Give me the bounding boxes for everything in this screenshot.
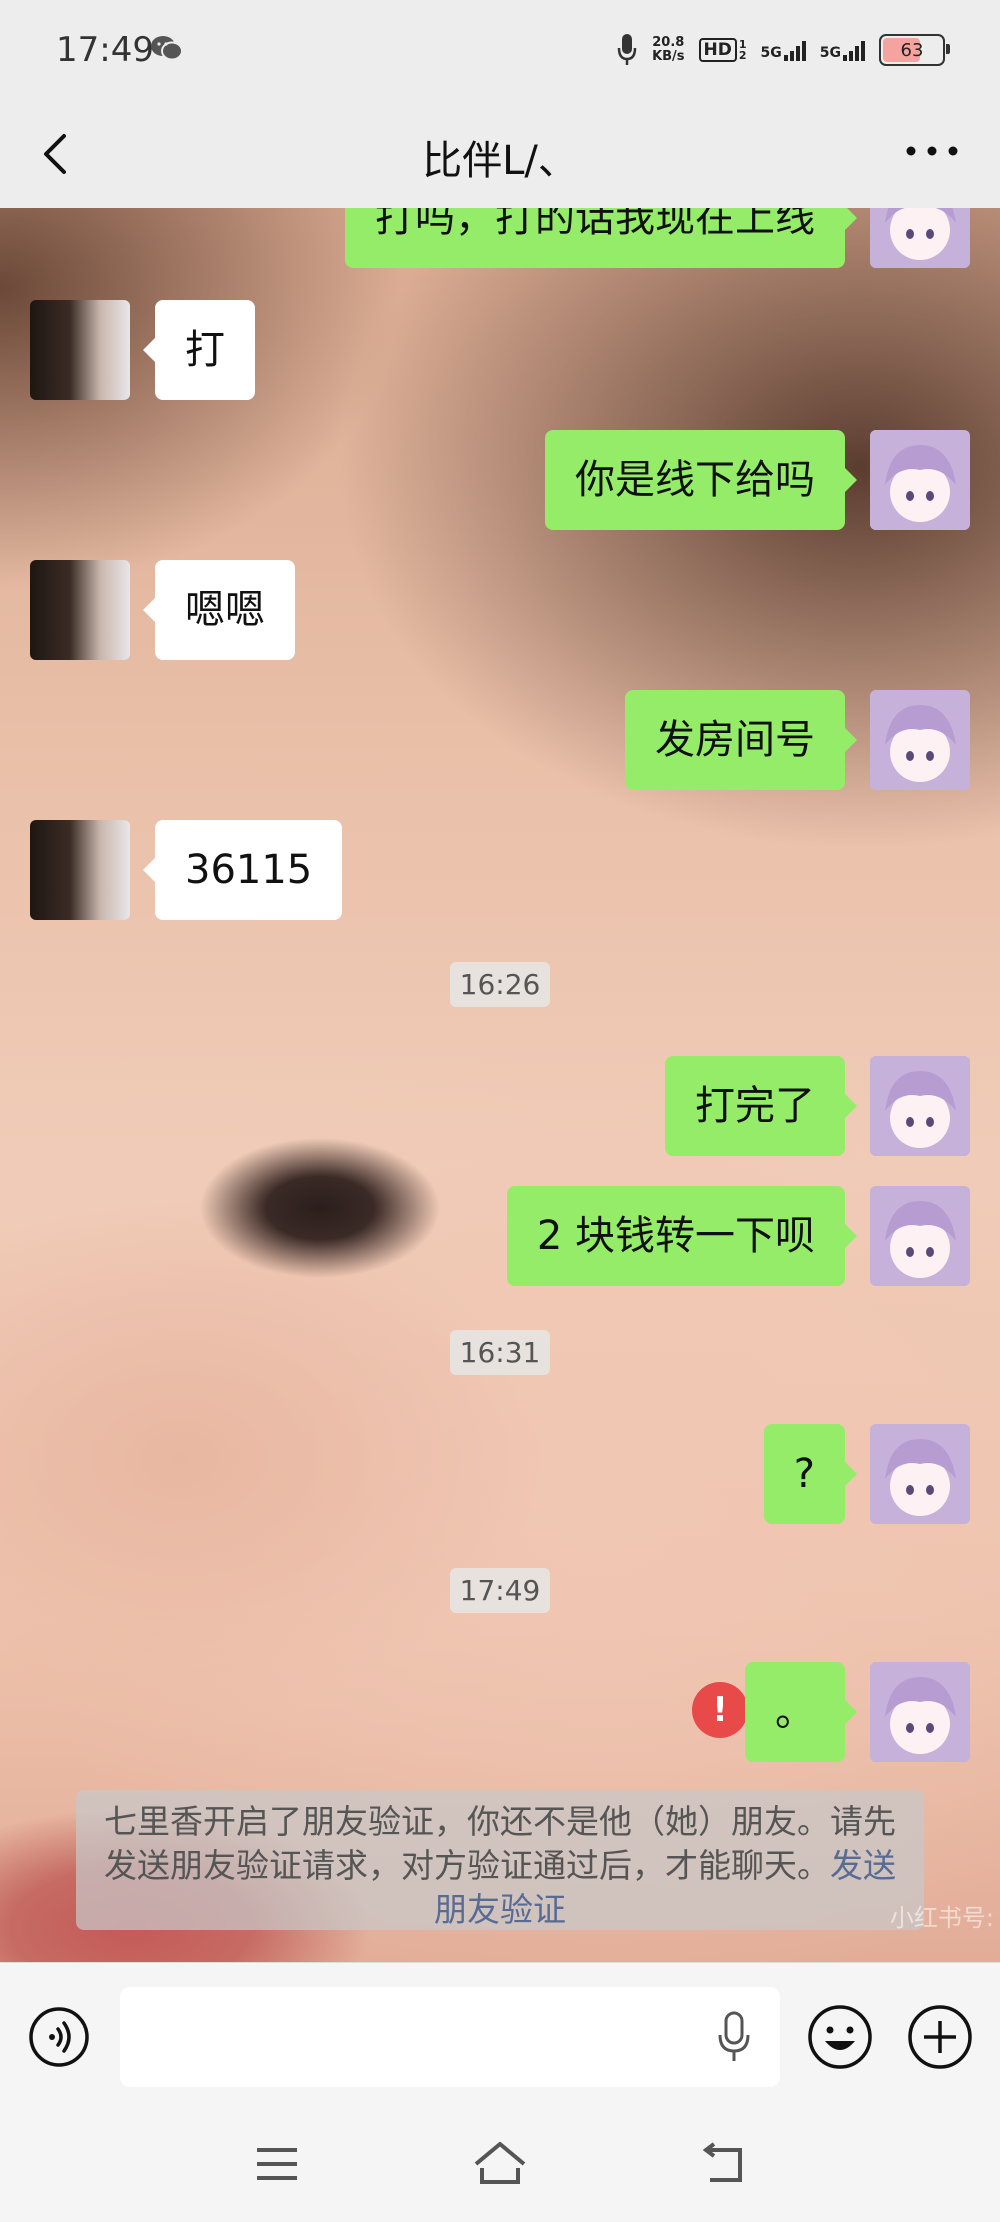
received-message[interactable]: 嗯嗯 <box>143 560 295 660</box>
friend-verification-notice: 七里香开启了朋友验证，你还不是他（她）朋友。请先发送朋友验证请求，对方验证通过后… <box>76 1790 924 1930</box>
nav-menu-icon[interactable] <box>255 2144 299 2184</box>
hd-label: HD <box>698 38 737 62</box>
timestamp-text: 16:26 <box>449 962 551 1007</box>
wechat-notification-icon <box>151 36 183 61</box>
anime-avatar-image <box>870 1662 970 1762</box>
send-failed-icon[interactable]: ! <box>692 1682 748 1738</box>
nav-back-icon[interactable] <box>700 2142 746 2186</box>
signal-2-label: 5G <box>819 45 841 61</box>
anime-avatar-image <box>870 1056 970 1156</box>
my-avatar[interactable] <box>870 1186 970 1286</box>
timestamp-text: 17:49 <box>449 1568 551 1613</box>
sent-message[interactable]: 你是线下给吗 <box>545 430 857 530</box>
signal-1-label: 5G <box>760 45 782 61</box>
timestamp-text: 16:31 <box>449 1330 551 1375</box>
anime-avatar-image <box>870 430 970 530</box>
timestamp: 16:26 <box>0 962 1000 1007</box>
emoji-icon[interactable] <box>806 2003 874 2071</box>
contact-avatar[interactable] <box>30 820 130 920</box>
contact-avatar[interactable] <box>30 560 130 660</box>
sent-message[interactable]: 打完了 <box>665 1056 857 1156</box>
sent-message[interactable]: 。 <box>745 1662 857 1762</box>
sent-message[interactable]: ? <box>763 1424 858 1524</box>
voice-mode-icon[interactable] <box>28 2006 90 2068</box>
hd-sub: 1 2 <box>738 38 747 62</box>
status-bar: 17:49 20.8 KB/s HD 1 2 5G 5G 63 <box>0 0 1000 100</box>
mic-status-icon <box>617 34 637 65</box>
signal-bars-icon <box>843 39 865 61</box>
input-bar <box>0 1962 1000 2113</box>
my-avatar[interactable] <box>870 1662 970 1762</box>
plus-icon[interactable] <box>906 2003 974 2071</box>
watermark: 小红书号: <box>889 1904 994 1932</box>
signal-1: 5G <box>761 39 806 61</box>
status-time: 17:49 <box>56 30 154 70</box>
my-avatar[interactable] <box>870 208 970 268</box>
status-indicators: 20.8 KB/s HD 1 2 5G 5G 63 <box>616 30 950 70</box>
notice-text: 七里香开启了朋友验证，你还不是他（她）朋友。请先发送朋友验证请求，对方验证通过后… <box>104 1802 896 1885</box>
microphone-icon[interactable] <box>716 2011 752 2063</box>
anime-avatar-image <box>870 1424 970 1524</box>
sent-message[interactable]: 2 块钱转一下呗 <box>506 1186 858 1286</box>
more-dots-icon[interactable] <box>904 144 960 158</box>
speed-value: 20.8 <box>652 35 685 50</box>
anime-avatar-image <box>870 208 970 268</box>
chat-title: 比伴L/、 <box>422 138 578 184</box>
signal-bars-icon <box>783 39 806 61</box>
chat-header: 比伴L/、 <box>0 100 1000 208</box>
my-avatar[interactable] <box>870 430 970 530</box>
contact-avatar[interactable] <box>30 300 130 400</box>
received-message[interactable]: 36115 <box>142 820 343 920</box>
nav-home-icon[interactable] <box>472 2138 528 2188</box>
chat-area[interactable]: 打吗，打的话我现在上线 打 你是线下给吗 嗯嗯 发房间号 36115 16:26… <box>0 208 1000 1962</box>
battery-icon: 63 <box>879 34 950 66</box>
speed-unit: KB/s <box>652 49 685 64</box>
my-avatar[interactable] <box>870 1424 970 1524</box>
timestamp: 16:31 <box>0 1330 1000 1375</box>
message-input[interactable] <box>120 1987 780 2087</box>
my-avatar[interactable] <box>870 690 970 790</box>
my-avatar[interactable] <box>870 1056 970 1156</box>
network-speed: 20.8 KB/s <box>652 36 684 64</box>
sent-message[interactable]: 发房间号 <box>625 690 857 790</box>
timestamp: 17:49 <box>0 1568 1000 1613</box>
sent-message[interactable]: 打吗，打的话我现在上线 <box>345 208 857 268</box>
anime-avatar-image <box>870 690 970 790</box>
signal-2: 5G <box>820 39 865 61</box>
hd-indicator: HD 1 2 <box>698 38 747 62</box>
system-nav-bar <box>0 2112 1000 2222</box>
anime-avatar-image <box>870 1186 970 1286</box>
battery-level: 63 <box>900 39 924 61</box>
received-message[interactable]: 打 <box>143 300 255 400</box>
